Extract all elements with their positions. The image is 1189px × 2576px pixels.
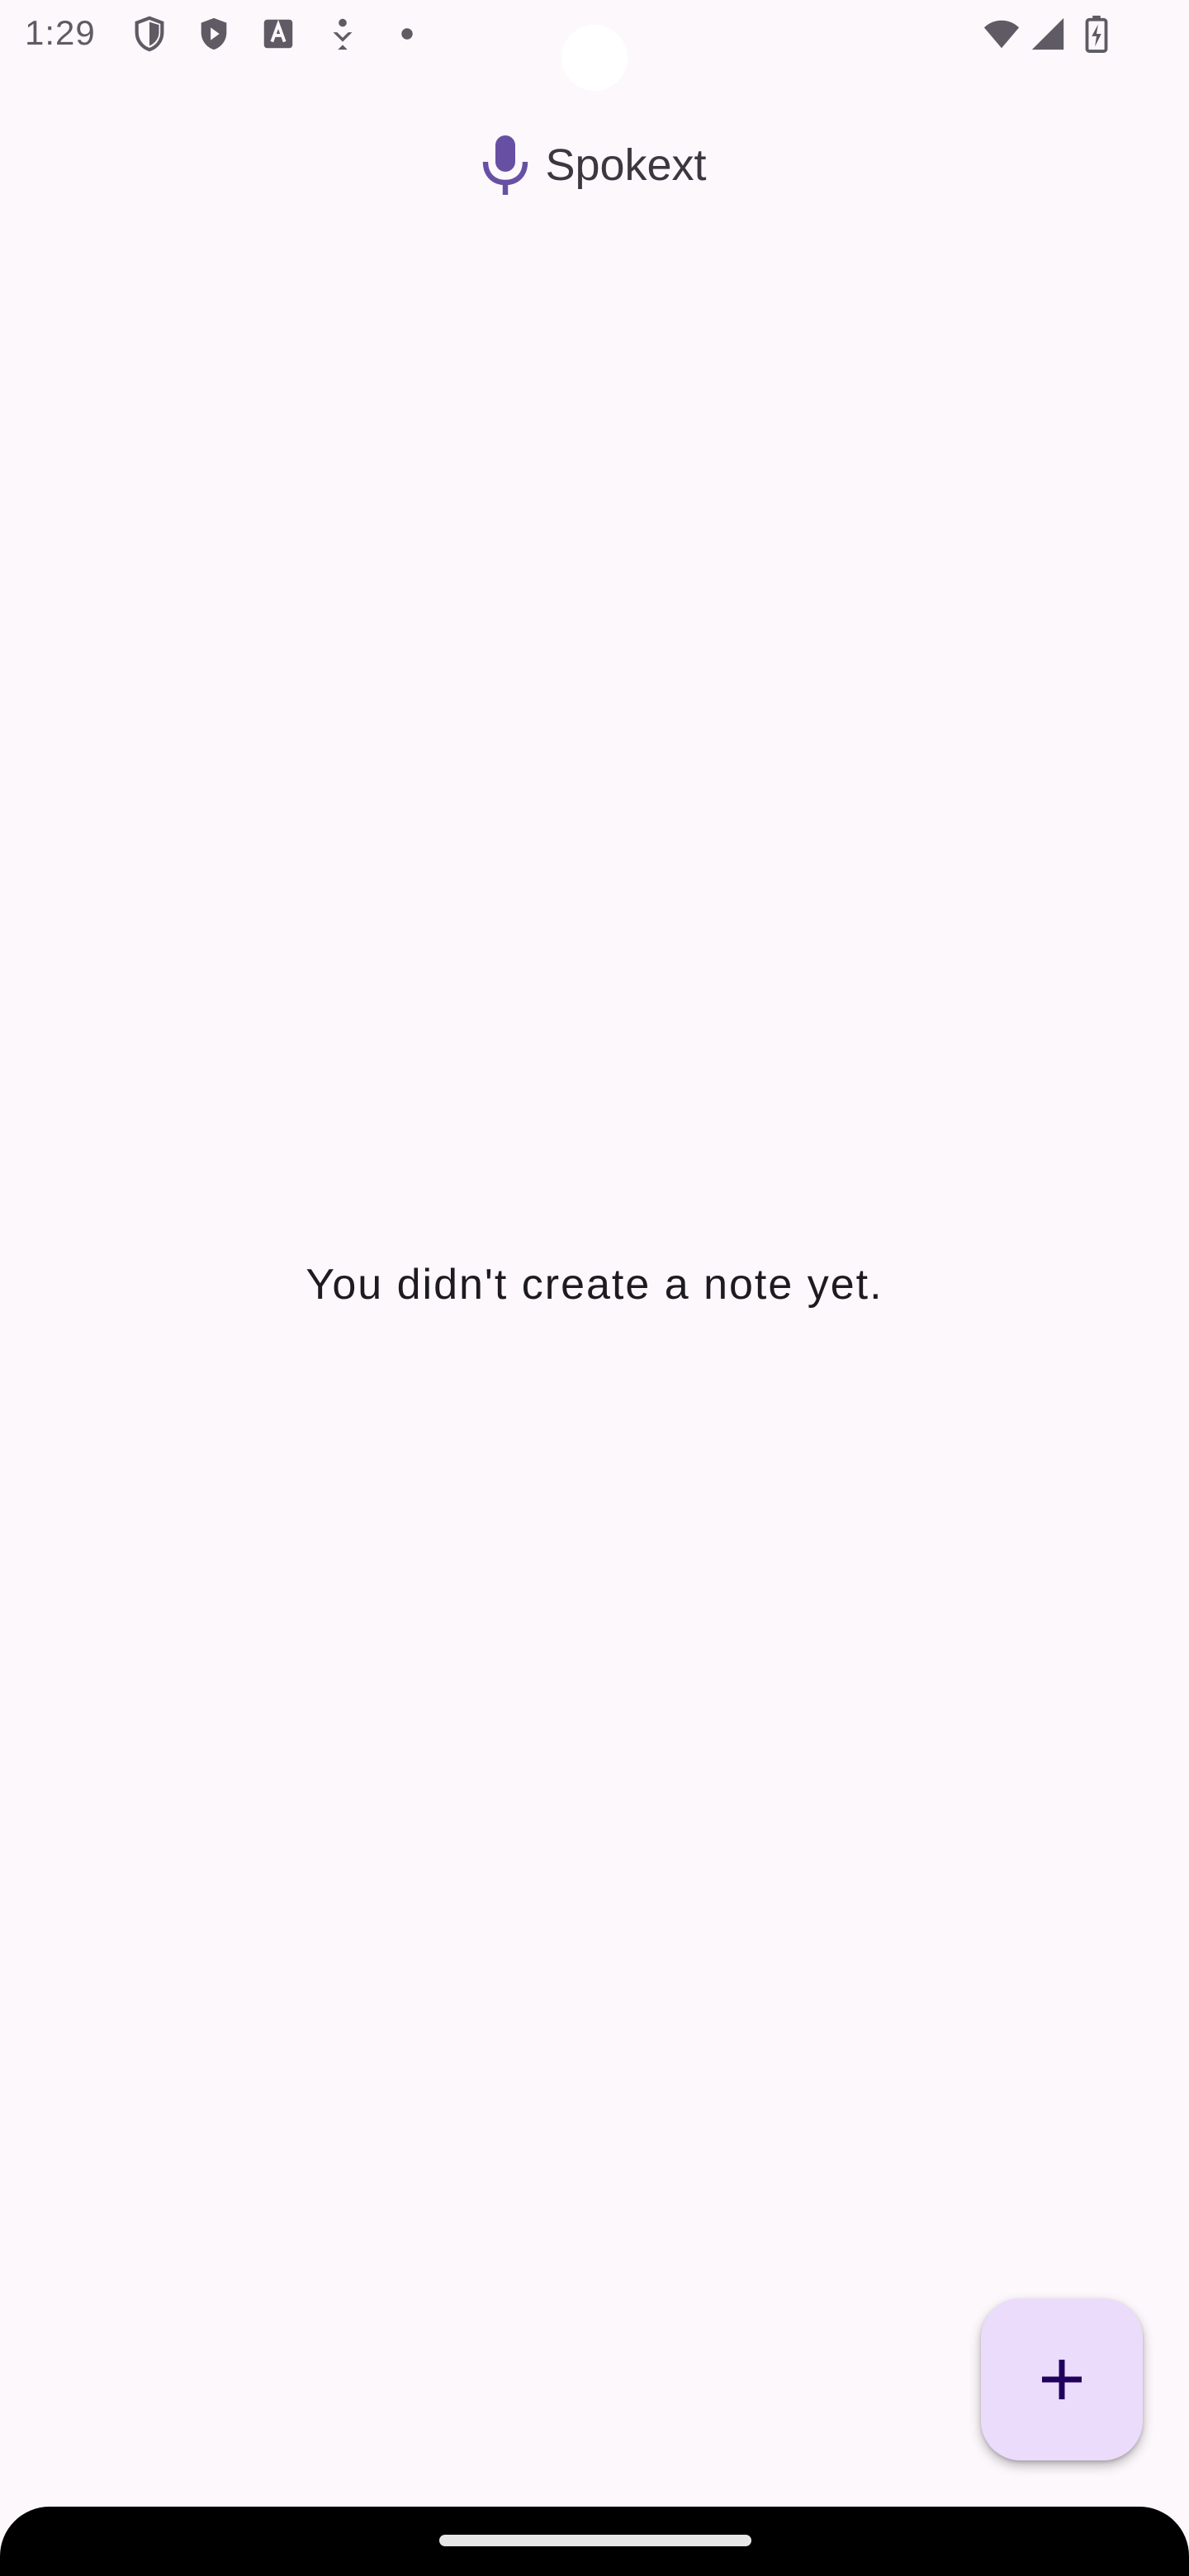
- status-time: 1:29: [25, 13, 96, 52]
- status-bar: 1:29: [0, 0, 1189, 91]
- play-protect-icon: [195, 15, 233, 53]
- add-icon: [1042, 2360, 1082, 2399]
- screen: 1:29 Spokext You didn't create a note ye…: [0, 0, 1189, 2576]
- font-icon: [259, 15, 297, 53]
- home-gesture-handle[interactable]: [439, 2535, 751, 2546]
- app-bar: Spokext: [0, 116, 1189, 215]
- camera-cutout: [561, 25, 628, 91]
- add-note-button[interactable]: [981, 2299, 1143, 2460]
- microphone-icon: [482, 135, 528, 195]
- shield-icon: [130, 15, 168, 53]
- dot-icon: [388, 15, 426, 53]
- app-title: Spokext: [545, 140, 707, 190]
- empty-state-message: You didn't create a note yet.: [306, 1261, 883, 1309]
- navigation-bar: [0, 2507, 1189, 2576]
- wifi-icon: [979, 15, 1024, 53]
- battery-charging-icon: [1082, 15, 1111, 53]
- cell-signal-icon: [1029, 15, 1067, 53]
- accessibility-icon: [324, 15, 362, 53]
